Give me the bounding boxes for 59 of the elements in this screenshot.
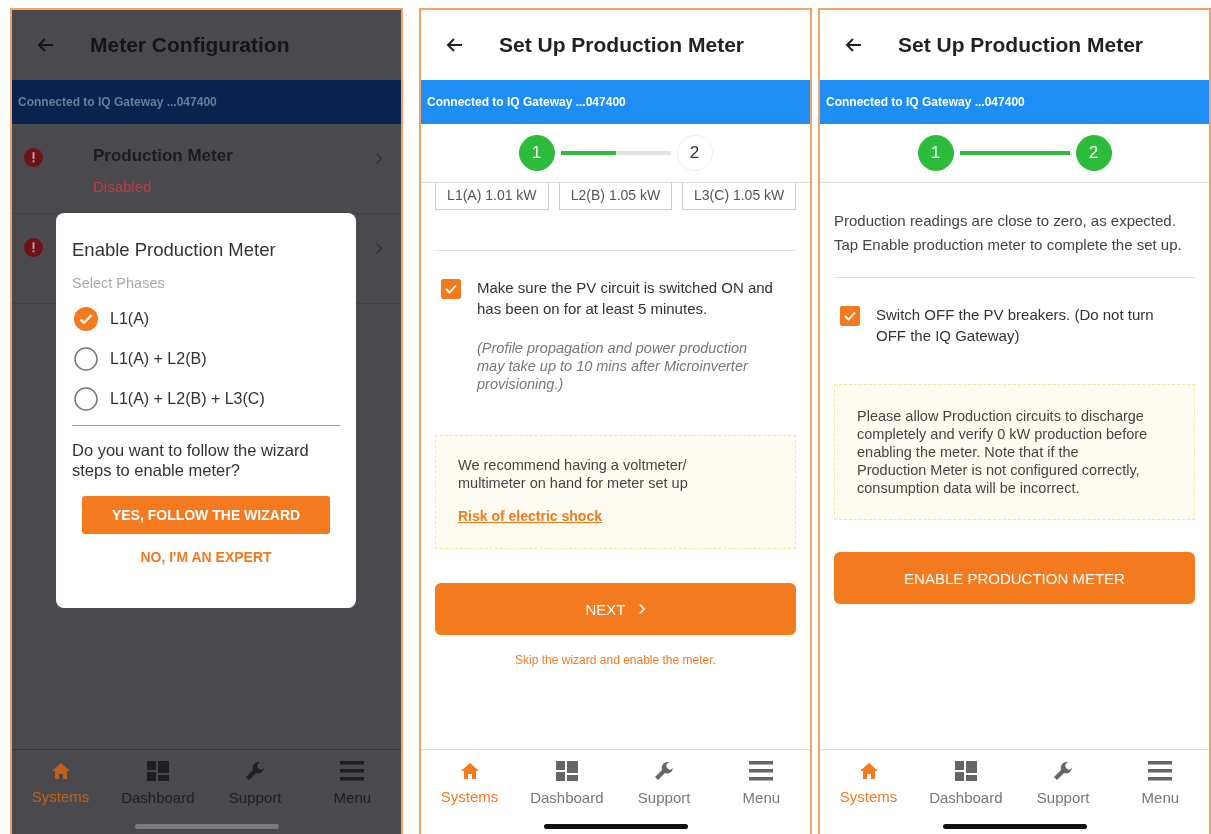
status-message: Production readings are close to zero, as expected. Tap Enable production meter to complete the set up. — [834, 211, 1183, 255]
risk-link[interactable]: Risk of electric shock — [458, 508, 773, 524]
expert-button[interactable]: NO, I'M AN EXPERT — [72, 548, 340, 566]
nav-tab[interactable]: Dashboard — [521, 760, 612, 806]
step-indicator: 2 — [676, 135, 713, 171]
wrench-icon — [1053, 760, 1074, 781]
nav-tab[interactable]: Menu — [716, 760, 807, 806]
checkbox[interactable] — [840, 306, 860, 326]
phase-option[interactable]: L1(A) — [72, 299, 340, 339]
menu-icon — [340, 760, 365, 781]
primary-button[interactable]: ENABLE PRODUCTION METER — [834, 552, 1195, 604]
nav-tab[interactable]: Systems — [823, 761, 914, 805]
tip-text: Please allow Production circuits to discharge completely and verify 0 kW production before enabling the meter. Note that if the Production Meter is not configured correctly, consumption data will be incorrect. — [857, 407, 1149, 497]
wrench-icon — [654, 760, 675, 781]
menu-icon — [749, 760, 774, 781]
nav-tab[interactable]: Dashboard — [920, 760, 1011, 806]
dashboard-icon — [555, 760, 578, 781]
dashboard-icon — [954, 760, 977, 781]
menu-icon — [1148, 760, 1173, 781]
note-text: (Profile propagation and power production may take up to 10 mins after Microinverter provisioning.) — [477, 339, 750, 393]
dialog-subtitle: Select Phases — [72, 275, 166, 291]
chevron-right-icon — [637, 603, 646, 615]
check-icon — [844, 311, 856, 321]
connection-text: Connected to IQ Gateway ...047400 — [427, 95, 626, 109]
step-indicator: 1 — [917, 135, 954, 171]
step-indicator: 2 — [1075, 135, 1112, 171]
checklist-instruction: Make sure the PV circuit is switched ON and has been on for at least 5 minutes. — [477, 278, 774, 319]
chevron-right-icon — [375, 152, 383, 165]
follow-wizard-button[interactable]: YES, FOLLOW THE WIZARD — [82, 496, 330, 534]
phase-reading: L1(A) 1.01 kW — [435, 183, 549, 210]
home-icon — [858, 761, 879, 780]
connection-text: Connected to IQ Gateway ...047400 — [826, 95, 1025, 109]
step-indicator: 1 — [518, 135, 555, 171]
home-icon — [50, 761, 71, 780]
checklist-instruction: Switch OFF the PV breakers. (Do not turn OFF the IQ Gateway) — [876, 305, 1155, 346]
connection-text: Connected to IQ Gateway ...047400 — [18, 95, 217, 109]
screen-title: Set Up Production Meter — [499, 33, 745, 57]
skip-link[interactable]: Skip the wizard and enable the meter. — [435, 653, 796, 667]
dialog-question: Do you want to follow the wizard steps to enable meter? — [72, 440, 310, 480]
screen-title: Set Up Production Meter — [898, 33, 1144, 57]
nav-tab[interactable]: Systems — [424, 761, 515, 805]
nav-tab[interactable]: Support — [1018, 760, 1109, 806]
meter-status: Disabled — [93, 178, 153, 195]
chevron-right-icon — [375, 242, 383, 255]
home-icon — [459, 761, 480, 780]
phase-reading: L2(B) 1.05 kW — [558, 183, 673, 210]
check-icon — [445, 284, 457, 294]
primary-button[interactable]: NEXT — [435, 583, 796, 635]
tip-text: We recommend having a voltmeter/ multimeter on hand for meter set up — [458, 456, 689, 492]
phase-reading: L3(C) 1.05 kW — [682, 183, 796, 210]
dashboard-icon — [146, 760, 169, 781]
checkbox[interactable] — [441, 279, 461, 299]
dialog-title: Enable Production Meter — [72, 239, 277, 261]
phase-option[interactable]: L1(A) + L2(B) — [72, 339, 340, 379]
wrench-icon — [245, 760, 266, 781]
nav-tab[interactable]: Systems — [15, 761, 106, 805]
phase-option[interactable]: L1(A) + L2(B) + L3(C) — [72, 379, 340, 419]
nav-tab[interactable]: Menu — [1115, 760, 1206, 806]
nav-tab[interactable]: Support — [619, 760, 710, 806]
